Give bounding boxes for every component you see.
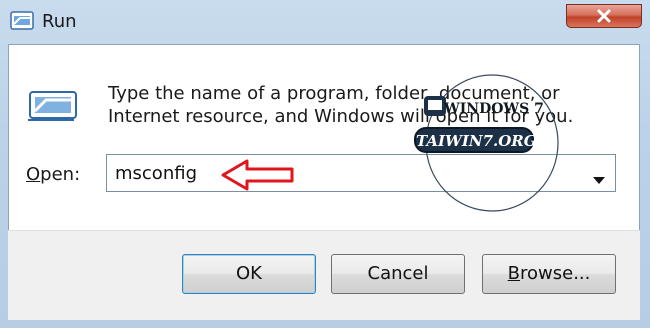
run-app-icon	[10, 10, 34, 32]
watermark-banner-text: TAIWIN7.ORG	[416, 132, 537, 150]
ok-button[interactable]: OK	[182, 254, 316, 294]
browse-accesskey: B	[507, 263, 520, 284]
open-field-label: Open:	[26, 164, 80, 185]
browse-label: rowse...	[520, 263, 591, 284]
cancel-button[interactable]: Cancel	[331, 254, 465, 294]
close-button[interactable]	[566, 4, 642, 28]
arrow-left-icon	[220, 158, 296, 196]
close-icon	[597, 9, 611, 23]
open-label-accesskey: O	[26, 164, 41, 185]
command-input-value[interactable]: msconfig	[115, 163, 197, 184]
run-app-icon	[26, 90, 78, 128]
title-bar[interactable]: Run	[0, 0, 650, 44]
browse-button[interactable]: Browse...	[482, 254, 616, 294]
chevron-down-icon[interactable]	[593, 170, 605, 189]
watermark-banner: TAIWIN7.ORG	[414, 127, 537, 153]
run-dialog-window: Run Type the name of a program, folder, …	[0, 0, 650, 328]
watermark-text: WINDOWS 7	[444, 101, 544, 117]
window-title: Run	[42, 11, 77, 32]
open-label-text: pen:	[40, 164, 81, 185]
